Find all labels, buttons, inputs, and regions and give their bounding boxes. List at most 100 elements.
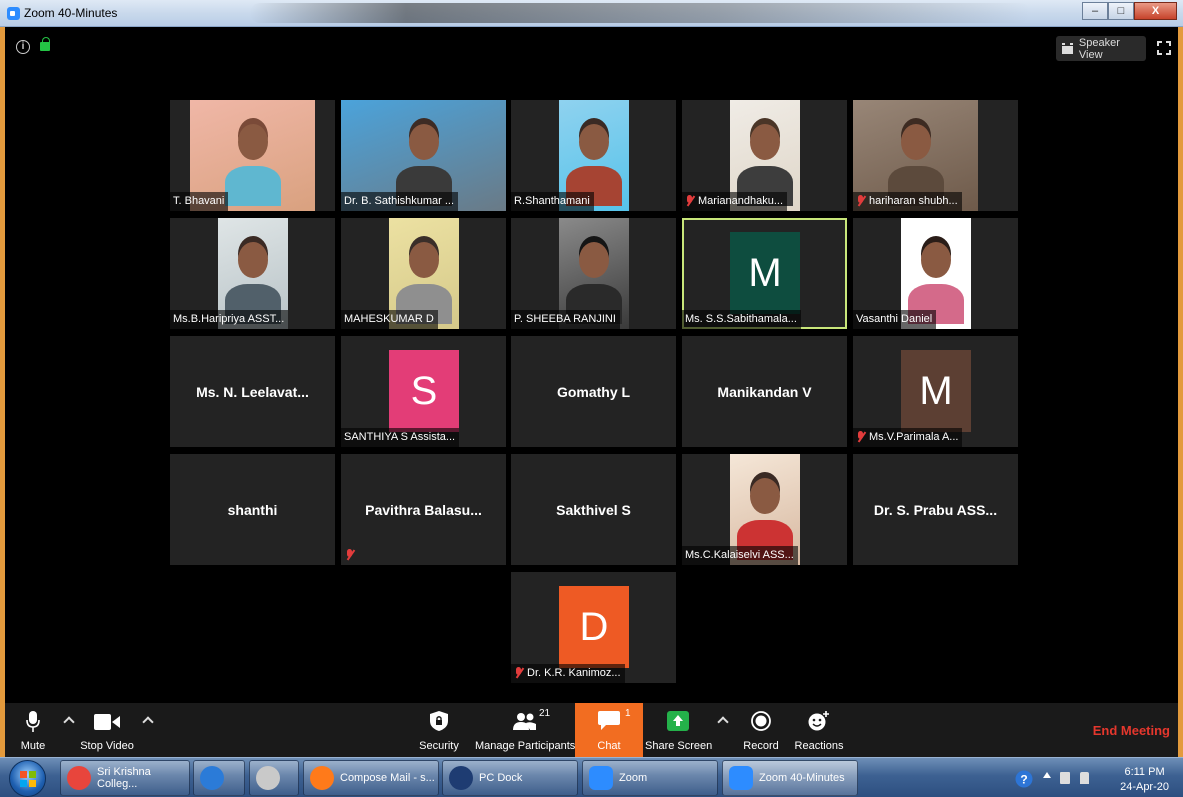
participant-name: P. SHEEBA RANJINI bbox=[514, 313, 616, 325]
record-icon bbox=[751, 711, 771, 731]
stop-video-button[interactable]: Stop Video bbox=[77, 703, 137, 757]
minimize-button[interactable]: – bbox=[1082, 2, 1108, 20]
info-icon[interactable]: i bbox=[16, 40, 30, 54]
participant-avatar: S bbox=[389, 350, 459, 432]
taskbar-button[interactable]: Zoom 40-Minutes bbox=[722, 760, 858, 796]
smiley-icon bbox=[808, 711, 829, 731]
participant-name-label: MAHESKUMAR D bbox=[341, 310, 438, 329]
participant-name: Ms.B.Haripriya ASST... bbox=[173, 313, 285, 325]
participant-tile[interactable]: P. SHEEBA RANJINI bbox=[511, 218, 676, 329]
end-meeting-button[interactable]: End Meeting bbox=[1093, 723, 1170, 738]
participants-icon bbox=[513, 713, 536, 730]
window-frame-left bbox=[0, 27, 5, 757]
participant-tile[interactable]: Gomathy L bbox=[511, 336, 676, 447]
participant-name-label: hariharan shubh... bbox=[853, 192, 962, 211]
participant-tile[interactable]: MAHESKUMAR D bbox=[341, 218, 506, 329]
participant-name-label: Ms.C.Kalaiselvi ASS... bbox=[682, 546, 798, 565]
clock-time: 6:11 PM bbox=[1124, 766, 1165, 778]
close-button[interactable]: X bbox=[1134, 2, 1177, 20]
participant-name-label: Dr. B. Sathishkumar ... bbox=[341, 192, 459, 211]
system-clock[interactable]: 6:11 PM 24-Apr-20 bbox=[1120, 765, 1169, 795]
encryption-lock-icon[interactable] bbox=[40, 37, 50, 51]
participant-name: Manikandan V bbox=[717, 383, 812, 400]
participant-name-label: T. Bhavani bbox=[170, 192, 229, 211]
participant-name: shanthi bbox=[227, 501, 278, 518]
zoom-icon bbox=[589, 766, 613, 790]
participant-name: R.Shanthamani bbox=[514, 195, 590, 207]
mute-label: Mute bbox=[20, 740, 46, 752]
participant-name: T. Bhavani bbox=[173, 195, 225, 207]
participant-name: Ms. N. Leelavat... bbox=[196, 383, 309, 400]
fullscreen-icon[interactable] bbox=[1157, 41, 1171, 55]
taskbar-button[interactable]: PC Dock bbox=[442, 760, 578, 796]
taskbar-button[interactable] bbox=[249, 760, 299, 796]
video-options-caret[interactable] bbox=[142, 716, 154, 728]
security-label: Security bbox=[419, 740, 459, 752]
participant-tile[interactable]: Dr. B. Sathishkumar ... bbox=[341, 100, 506, 211]
speaker-view-button[interactable]: Speaker View bbox=[1056, 36, 1146, 61]
start-button[interactable] bbox=[9, 760, 46, 797]
participant-tile[interactable]: hariharan shubh... bbox=[853, 100, 1018, 211]
participant-tile[interactable]: T. Bhavani bbox=[170, 100, 335, 211]
participant-tile[interactable]: Ms. N. Leelavat... bbox=[170, 336, 335, 447]
share-screen-label: Share Screen bbox=[645, 740, 713, 752]
speaker-view-label: Speaker View bbox=[1078, 36, 1120, 61]
participant-tile[interactable]: Pavithra Balasu... bbox=[341, 454, 506, 565]
security-button[interactable]: Security bbox=[417, 703, 461, 757]
taskbar-label: Zoom 40-Minutes bbox=[759, 772, 845, 784]
participant-name: Gomathy L bbox=[556, 383, 631, 400]
window-titlebar: Zoom 40-Minutes – □ X bbox=[0, 0, 1183, 27]
participant-tile[interactable]: M Ms.V.Parimala A... bbox=[853, 336, 1018, 447]
participant-tile[interactable]: S SANTHIYA S Assista... bbox=[341, 336, 506, 447]
clock-date: 24-Apr-20 bbox=[1120, 781, 1169, 793]
participant-name: SANTHIYA S Assista... bbox=[344, 431, 456, 443]
stop-video-label: Stop Video bbox=[80, 740, 134, 752]
taskbar-button[interactable] bbox=[193, 760, 245, 796]
windows-logo-icon bbox=[20, 771, 36, 787]
participant-tile[interactable]: Ms.C.Kalaiselvi ASS... bbox=[682, 454, 847, 565]
participant-tile[interactable]: Manikandan V bbox=[682, 336, 847, 447]
mute-button[interactable]: Mute bbox=[13, 703, 53, 757]
volume-icon[interactable] bbox=[1080, 772, 1089, 784]
participant-name-label: Ms.V.Parimala A... bbox=[853, 428, 963, 447]
record-button[interactable]: Record bbox=[739, 703, 783, 757]
help-icon[interactable]: ? bbox=[1015, 770, 1033, 788]
maximize-button[interactable]: □ bbox=[1108, 2, 1134, 20]
participant-tile[interactable]: Sakthivel S bbox=[511, 454, 676, 565]
share-screen-button[interactable]: Share Screen bbox=[645, 703, 713, 757]
participant-name: Marianandhaku... bbox=[698, 195, 783, 207]
files-icon bbox=[256, 766, 280, 790]
participant-tile[interactable]: Marianandhaku... bbox=[682, 100, 847, 211]
reactions-button[interactable]: Reactions bbox=[793, 703, 845, 757]
participant-tile[interactable]: Dr. S. Prabu ASS... bbox=[853, 454, 1018, 565]
audio-options-caret[interactable] bbox=[63, 716, 75, 728]
participant-avatar: D bbox=[559, 586, 629, 668]
zoom-app-icon bbox=[7, 7, 20, 20]
taskbar-button[interactable]: Zoom bbox=[582, 760, 718, 796]
participant-avatar: M bbox=[901, 350, 971, 432]
show-hidden-icons[interactable] bbox=[1043, 772, 1051, 778]
taskbar-button[interactable]: Sri Krishna Colleg... bbox=[60, 760, 190, 796]
participant-tile[interactable]: Ms.B.Haripriya ASST... bbox=[170, 218, 335, 329]
participant-name-label: Ms.B.Haripriya ASST... bbox=[170, 310, 289, 329]
network-icon[interactable] bbox=[1060, 772, 1070, 784]
participant-tile[interactable]: D Dr. K.R. Kanimoz... bbox=[511, 572, 676, 683]
participant-tile[interactable]: Vasanthi Daniel bbox=[853, 218, 1018, 329]
participant-name: Ms.V.Parimala A... bbox=[869, 431, 959, 443]
participant-name: Sakthivel S bbox=[556, 501, 631, 518]
participant-name-label: P. SHEEBA RANJINI bbox=[511, 310, 620, 329]
share-options-caret[interactable] bbox=[717, 716, 729, 728]
participant-tile[interactable]: M Ms. S.S.Sabithamala... bbox=[682, 218, 847, 329]
chat-label: Chat bbox=[597, 740, 621, 752]
taskbar-label: PC Dock bbox=[479, 772, 523, 784]
hp-icon bbox=[449, 766, 473, 790]
chat-button[interactable]: 1 Chat bbox=[575, 703, 643, 757]
participant-tile[interactable]: R.Shanthamani bbox=[511, 100, 676, 211]
muted-mic-icon bbox=[345, 549, 354, 561]
participant-name-label: SANTHIYA S Assista... bbox=[341, 428, 460, 447]
participant-name: Pavithra Balasu... bbox=[365, 501, 482, 518]
participant-tile[interactable]: shanthi bbox=[170, 454, 335, 565]
manage-participants-button[interactable]: 21 Manage Participants bbox=[475, 703, 575, 757]
taskbar-button[interactable]: Compose Mail - s... bbox=[303, 760, 439, 796]
participant-name: Dr. K.R. Kanimoz... bbox=[527, 667, 621, 679]
